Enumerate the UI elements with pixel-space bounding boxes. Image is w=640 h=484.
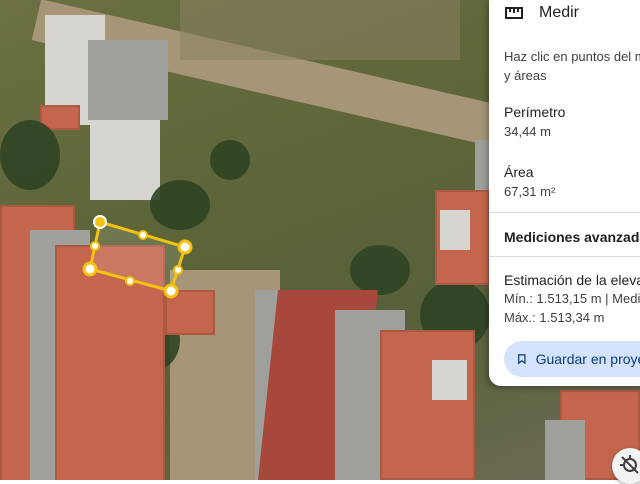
vertex-handle[interactable] <box>163 283 179 299</box>
divider <box>489 212 640 213</box>
ruler-icon <box>505 7 523 19</box>
elevation-min-mean: Mín.: 1.513,15 m | Media: 1.513,25 m <box>504 291 640 306</box>
panel-header: Medir <box>505 4 579 22</box>
save-button-label: Guardar en proyecto <box>535 351 640 367</box>
vertex-handle[interactable] <box>93 215 107 229</box>
midpoint-handle[interactable] <box>90 241 100 251</box>
advanced-measurements-title[interactable]: Mediciones avanzadas <box>504 229 640 245</box>
measure-panel: Medir Haz clic en puntos del mapa para m… <box>489 0 640 386</box>
save-to-project-button[interactable]: Guardar en proyecto <box>504 341 640 377</box>
panel-title: Medir <box>539 4 580 21</box>
instruction-line: Haz clic en puntos del mapa para medir d… <box>504 49 640 64</box>
midpoint-handle[interactable] <box>138 230 148 240</box>
vertex-handle[interactable] <box>82 261 98 277</box>
midpoint-handle[interactable] <box>173 265 183 275</box>
midpoint-handle[interactable] <box>125 276 135 286</box>
elevation-max: Máx.: 1.513,34 m <box>504 310 605 325</box>
perimeter-value: 34,44 m <box>504 124 551 139</box>
measure-instructions: Haz clic en puntos del mapa para medir d… <box>504 47 640 85</box>
location-off-icon <box>620 455 639 474</box>
area-value: 67,31 m² <box>504 184 556 199</box>
divider <box>489 256 640 257</box>
area-label: Área <box>504 164 534 180</box>
elevation-label: Estimación de la elevación <box>504 272 640 288</box>
bookmark-icon <box>518 354 526 365</box>
perimeter-label: Perímetro <box>504 104 566 120</box>
measured-area <box>88 220 187 293</box>
vertex-handle[interactable] <box>177 239 193 255</box>
instruction-line: y áreas <box>504 68 547 83</box>
location-button[interactable] <box>612 448 640 484</box>
